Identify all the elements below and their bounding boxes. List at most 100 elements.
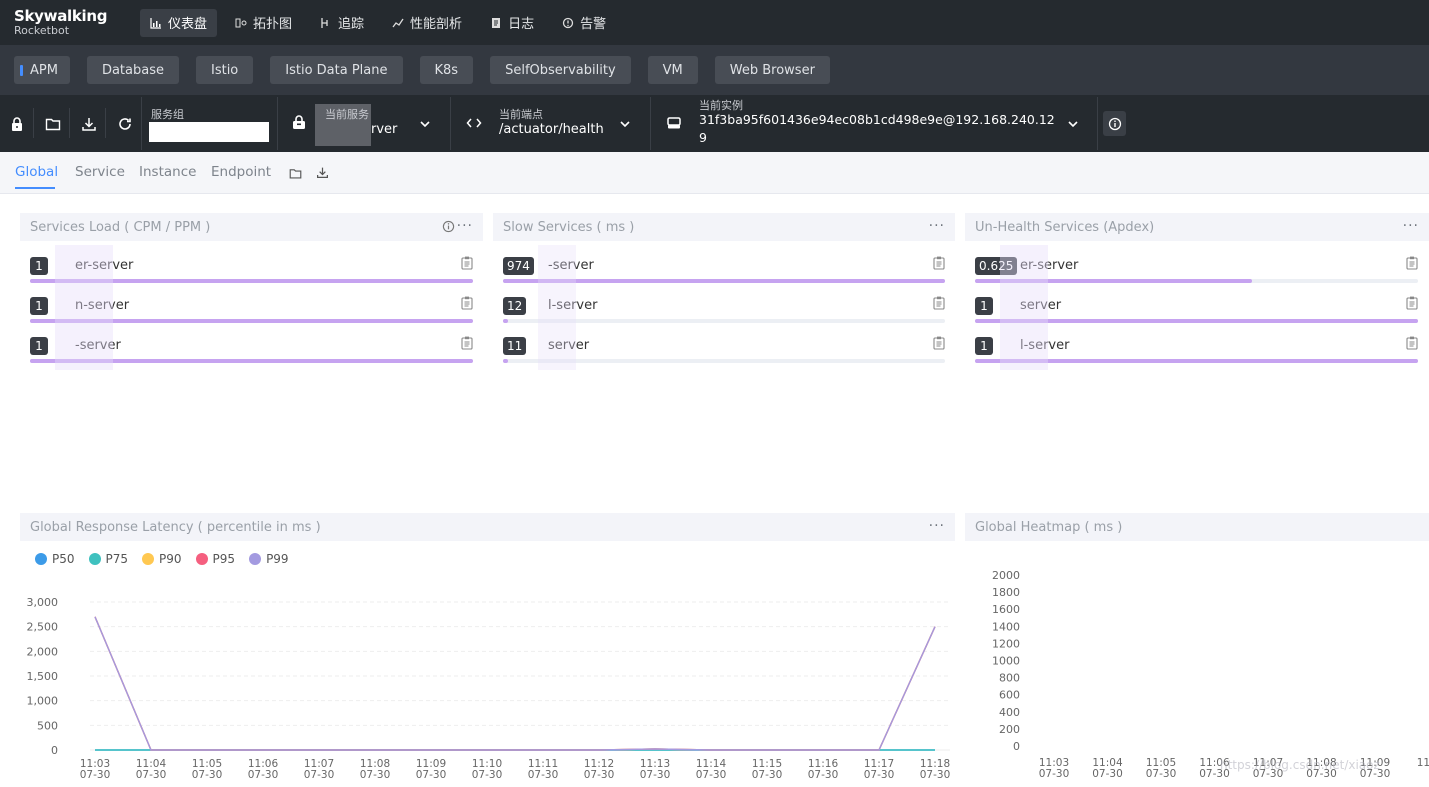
service-value[interactable]: rver — [371, 122, 397, 137]
instance-value-line1[interactable]: 31f3ba95f601436e94ec08b1cd498e9e@192.168… — [699, 112, 1055, 127]
x-tick-label: 07-30 — [696, 769, 727, 781]
legend-item-p99[interactable]: P99 — [249, 552, 289, 566]
layer-selfobservability[interactable]: SelfObservability — [490, 56, 631, 84]
more-icon[interactable]: ··· — [457, 218, 473, 234]
clipboard-icon[interactable] — [461, 256, 473, 270]
clipboard-icon[interactable] — [933, 336, 945, 350]
clipboard-icon[interactable] — [933, 296, 945, 310]
x-tick-label: 07-30 — [920, 769, 951, 781]
folder-icon[interactable] — [45, 116, 61, 132]
clipboard-icon[interactable] — [461, 296, 473, 310]
panel-heatmap-header: Global Heatmap ( ms ) — [965, 513, 1429, 541]
menu-item-topology[interactable]: 拓扑图 — [225, 9, 302, 37]
info-button[interactable] — [1103, 111, 1126, 136]
layer-istio[interactable]: Istio — [195, 56, 254, 84]
main-menu: 仪表盘 拓扑图 追踪 性能剖析 日志 告警 — [140, 8, 616, 37]
topology-icon — [235, 18, 247, 27]
legend-dot — [249, 553, 262, 565]
watermark-text: https://blog.csdn.net/xiaoz — [1220, 758, 1380, 772]
code-icon — [466, 118, 482, 128]
log-icon — [492, 17, 501, 28]
download-icon[interactable] — [81, 116, 97, 132]
menu-label: 仪表盘 — [168, 17, 208, 32]
chevron-down-icon[interactable] — [1067, 118, 1079, 130]
divider — [277, 97, 278, 150]
lock-icon[interactable] — [9, 116, 25, 132]
refresh-icon[interactable] — [117, 116, 133, 132]
value-badge: 1 — [30, 257, 48, 275]
series-line-p95[interactable] — [94, 616, 936, 751]
chevron-down-icon[interactable] — [419, 118, 431, 130]
value-badge: 1 — [975, 337, 993, 355]
server-icon — [667, 117, 681, 129]
layer-label: SelfObservability — [505, 62, 616, 78]
value-badge: 1 — [975, 297, 993, 315]
menu-item-alarm[interactable]: 告警 — [552, 9, 616, 37]
more-icon[interactable]: ··· — [929, 218, 945, 234]
menu-item-profiling[interactable]: 性能剖析 — [382, 9, 472, 37]
legend-dot — [88, 553, 101, 565]
tab-endpoint[interactable]: Endpoint — [211, 164, 271, 180]
latency-line-chart: 05001,0001,5002,0002,5003,00011:0307-301… — [27, 596, 951, 781]
layer-label: APM — [30, 62, 58, 78]
legend-label: P99 — [266, 552, 289, 566]
panel-title: Global Heatmap ( ms ) — [975, 519, 1123, 535]
panel-title: Un-Health Services (Apdex) — [975, 219, 1155, 235]
group-input[interactable] — [149, 122, 269, 142]
y-tick-label: 1000 — [992, 655, 1020, 668]
legend-item-p95[interactable]: P95 — [195, 552, 235, 566]
clipboard-icon[interactable] — [933, 256, 945, 270]
layer-web-browser[interactable]: Web Browser — [714, 56, 830, 84]
more-icon[interactable]: ··· — [1403, 218, 1419, 234]
legend-item-p75[interactable]: P75 — [88, 552, 129, 566]
trend-icon — [392, 18, 404, 27]
instance-label: 当前实例 — [699, 99, 743, 112]
value-badge: 1 — [30, 297, 48, 315]
more-icon[interactable]: ··· — [929, 518, 945, 534]
layer-istio-data-plane[interactable]: Istio Data Plane — [270, 56, 403, 84]
menu-label: 告警 — [580, 17, 607, 32]
endpoint-value[interactable]: /actuator/health — [499, 122, 604, 137]
menu-item-log[interactable]: 日志 — [480, 9, 544, 37]
chevron-down-icon[interactable] — [619, 118, 631, 130]
clipboard-icon[interactable] — [1406, 256, 1418, 270]
series-line-p90[interactable] — [94, 616, 936, 751]
tab-global[interactable]: Global — [15, 164, 58, 180]
menu-item-dashboard[interactable]: 仪表盘 — [140, 8, 218, 37]
x-tick-label: 07-30 — [472, 769, 503, 781]
active-tab-indicator — [15, 187, 55, 189]
legend-item-p50[interactable]: P50 — [35, 552, 75, 566]
heatmap-chart: 0 200 400 600 800 1000 1200 1400 1600 1800 2000 11:… — [992, 569, 1429, 780]
x-tick-label: 07-30 — [80, 769, 111, 781]
app-logo[interactable]: Skywalking Rocketbot — [0, 8, 140, 38]
tab-instance[interactable]: Instance — [139, 164, 196, 180]
menu-item-trace[interactable]: 追踪 — [310, 9, 374, 37]
endpoint-label: 当前端点 — [499, 108, 543, 121]
panel-latency-header: Global Response Latency ( percentile in … — [20, 513, 955, 541]
legend-label: P75 — [105, 552, 129, 566]
folder-icon[interactable] — [289, 167, 302, 180]
download-icon[interactable] — [316, 166, 329, 179]
clipboard-icon[interactable] — [461, 336, 473, 350]
x-tick-label: 07-30 — [304, 769, 335, 781]
progress-fill — [503, 319, 509, 323]
clipboard-icon[interactable] — [1406, 336, 1418, 350]
info-icon[interactable] — [442, 220, 455, 233]
x-tick-label: 07-30 — [1146, 768, 1177, 780]
value-badge: 12 — [503, 297, 527, 315]
layer-vm[interactable]: VM — [647, 56, 698, 84]
value-badge: 1 — [30, 337, 48, 355]
instance-value-line2[interactable]: 9 — [699, 130, 707, 145]
logo-subtitle: Rocketbot — [14, 23, 70, 37]
divider — [69, 108, 70, 138]
layer-k8s[interactable]: K8s — [419, 56, 474, 84]
layer-apm[interactable]: APM — [14, 56, 70, 84]
clipboard-icon[interactable] — [1406, 296, 1418, 310]
layer-database[interactable]: Database — [86, 56, 179, 84]
divider — [1097, 97, 1098, 150]
series-line-p99[interactable] — [94, 616, 936, 751]
tab-service[interactable]: Service — [75, 164, 125, 180]
x-tick-label: 07-30 — [864, 769, 895, 781]
menu-label: 拓扑图 — [253, 17, 293, 32]
legend-item-p90[interactable]: P90 — [142, 552, 182, 566]
